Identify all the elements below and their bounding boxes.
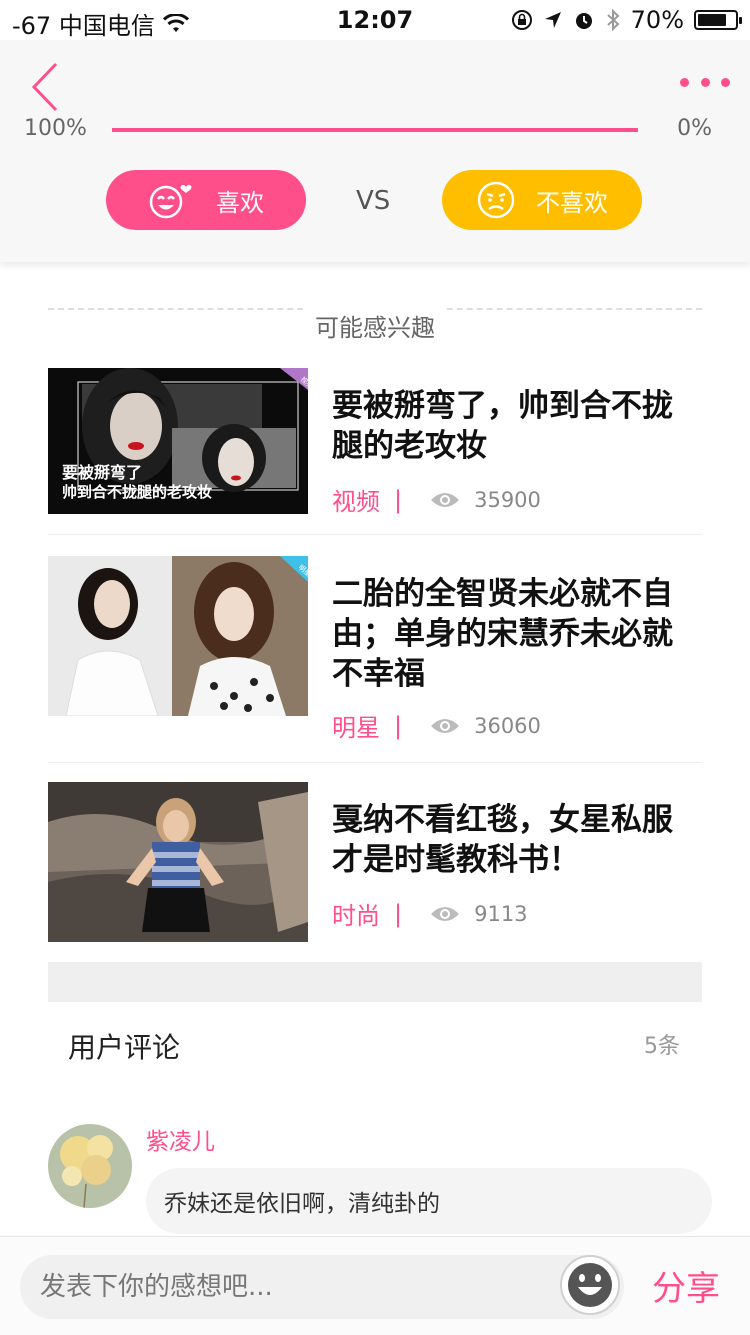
more-icon-dot — [721, 78, 730, 87]
battery-icon — [694, 10, 742, 30]
article-thumbnail: 明星 — [48, 556, 308, 716]
eye-icon — [431, 718, 460, 733]
bluetooth-icon — [606, 8, 620, 32]
like-button[interactable]: 喜欢 — [106, 170, 306, 230]
article-views: 35900 — [474, 487, 541, 512]
more-icon-dot — [700, 78, 710, 87]
location-icon — [544, 12, 561, 28]
article-meta: 视频 | 35900 — [332, 482, 541, 517]
section-title: 可能感兴趣 — [303, 308, 447, 343]
vs-label: VS — [356, 186, 391, 216]
vote-header: 100% 0% 喜欢 VS 不喜欢 — [0, 40, 750, 262]
bottom-bar: 分享 — [0, 1236, 750, 1335]
article-views: 9113 — [474, 901, 528, 926]
comment-input[interactable] — [20, 1255, 624, 1319]
emoji-button[interactable] — [560, 1255, 620, 1315]
meta-separator: | — [394, 485, 403, 514]
more-button[interactable] — [680, 78, 730, 92]
svg-text:要被掰弯了: 要被掰弯了 — [62, 463, 142, 482]
avatar[interactable] — [48, 1124, 132, 1208]
more-icon-dot — [680, 78, 689, 87]
share-button[interactable]: 分享 — [652, 1261, 720, 1310]
article-thumbnail: 视频 要被掰弯了 帅到合不拢腿的老攻妆 — [48, 368, 308, 514]
alarm-icon — [575, 13, 592, 29]
like-ratio-fill — [112, 128, 638, 132]
section-separator — [48, 962, 702, 1002]
article-views: 36060 — [474, 713, 541, 738]
article-category: 明星 — [332, 714, 380, 742]
back-button[interactable] — [28, 60, 62, 114]
smile-heart-icon — [149, 184, 192, 219]
like-label: 喜欢 — [216, 188, 264, 217]
comment-bubble: 乔妹还是依旧啊，清纯卦的 — [146, 1168, 712, 1234]
meta-separator: | — [394, 711, 403, 740]
article-meta: 明星 | 36060 — [332, 708, 541, 743]
status-right: 70% — [511, 6, 742, 34]
like-percent: 100% — [24, 116, 87, 141]
comments-count[interactable]: 5条 — [644, 1028, 680, 1060]
meta-separator: | — [394, 899, 403, 928]
article-category: 视频 — [332, 488, 380, 516]
frown-icon — [477, 181, 515, 219]
article-meta: 时尚 | 9113 — [332, 896, 528, 931]
comment-username[interactable]: 紫凌儿 — [146, 1122, 215, 1156]
battery-percent: 70% — [630, 6, 684, 34]
lock-rotation-icon — [511, 10, 532, 30]
dislike-label: 不喜欢 — [536, 188, 608, 217]
article-item[interactable]: 视频 要被掰弯了 帅到合不拢腿的老攻妆 要被掰弯了，帅到合不拢腿的老攻妆 视频 … — [48, 368, 702, 535]
dislike-percent: 0% — [677, 116, 712, 141]
eye-icon — [431, 492, 460, 507]
article-thumbnail — [48, 782, 308, 942]
emoji-icon — [568, 1263, 612, 1307]
article-item[interactable]: 明星 二胎的全智贤未必就不自由；单身的宋慧乔未必就不幸福 明星 | 36060 — [48, 556, 702, 763]
article-title: 二胎的全智贤未必就不自由；单身的宋慧乔未必就不幸福 — [332, 576, 673, 692]
section-divider: 可能感兴趣 — [48, 308, 702, 343]
article-title: 要被掰弯了，帅到合不拢腿的老攻妆 — [332, 388, 673, 464]
article-category: 时尚 — [332, 902, 380, 930]
article-item[interactable]: 戛纳不看红毯，女星私服才是时髦教科书！ 时尚 | 9113 — [48, 782, 702, 946]
svg-text:帅到合不拢腿的老攻妆: 帅到合不拢腿的老攻妆 — [62, 483, 212, 501]
article-title: 戛纳不看红毯，女星私服才是时髦教科书！ — [332, 802, 673, 878]
comments-title: 用户评论 — [68, 1031, 181, 1064]
status-bar: -67 中国电信 12:07 70% — [0, 0, 750, 40]
eye-icon — [431, 906, 460, 921]
like-ratio-bar — [112, 128, 638, 132]
dislike-button[interactable]: 不喜欢 — [442, 170, 642, 230]
back-icon — [31, 62, 58, 112]
